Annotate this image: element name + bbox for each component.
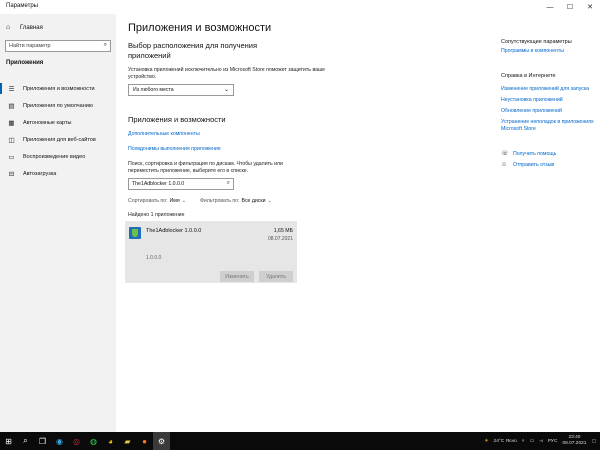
settings-gear-icon[interactable]: ⚙ [153,432,170,450]
app-search-value: The1Adblocker 1.0.0.0 [132,181,185,187]
sidebar-section-title: Приложения [6,60,44,66]
weather-icon: ☀ [484,438,489,444]
default-apps-icon: ▤ [8,102,15,110]
web-icon: ◫ [8,136,15,144]
firefox-icon[interactable]: ● [136,432,153,450]
sidebar-item-label: Приложения и возможности [23,85,95,92]
chevron-up-icon[interactable]: ˄ [522,439,525,444]
optional-features-link[interactable]: Дополнительные компоненты [128,131,200,137]
feedback-icon: ☺ [501,162,508,168]
edge-icon[interactable]: ◉ [51,432,68,450]
search-icon[interactable]: ⌕ [227,180,230,187]
clock-date: 08.07.2021 [562,441,587,446]
adblocker-app-icon [129,227,141,239]
online-help-heading: Справка в Интернете [501,73,556,79]
app-size: 1,65 МБ [273,228,293,234]
sort-dropdown[interactable]: Сортировать по: Имя ⌄ [128,198,186,204]
sidebar-item[interactable]: ▭ Воспроизведение видео [0,148,116,165]
filter-label: Фильтровать по: [200,198,240,204]
window-title: Параметры [6,3,38,9]
get-help-link[interactable]: ☏ Получить помощь [501,150,557,158]
map-icon: ▦ [8,119,15,127]
search-icon[interactable]: ⌕ [104,42,107,49]
video-icon: ▭ [8,153,15,161]
filter-dropdown[interactable]: Фильтровать по: Все диски ⌄ [200,198,272,204]
app-version: 1.0.0.0 [146,255,162,261]
app-list-item[interactable]: The1Adblocker 1.0.0.0 1,65 МБ 08.07.2021… [125,221,297,283]
windows-start-icon[interactable]: ⊞ [0,432,17,450]
app-search-input[interactable]: The1Adblocker 1.0.0.0 ⌕ [128,178,234,190]
help-link[interactable]: Обновление приложений [501,108,595,115]
sidebar-item-label: Автономные карты [23,119,72,126]
sidebar-item[interactable]: ▤ Приложения по умолчанию [0,97,116,114]
app-aliases-link[interactable]: Псевдонимы выполнения приложения [128,146,221,152]
search-icon[interactable]: ⌕ [17,432,34,450]
sidebar-nav: ☰ Приложения и возможности ▤ Приложения по … [0,80,116,182]
sidebar-item[interactable]: ⊟ Автозагрузка [0,165,116,182]
related-settings-heading: Сопутствующие параметры [501,39,572,45]
sidebar-item-label: Воспроизведение видео [23,153,86,160]
help-link[interactable]: Изменение приложений для запуска [501,86,595,93]
sidebar: ⌂ Главная Найти параметр ⌕ Приложения ☰ П… [0,14,116,432]
settings-search-placeholder: Найти параметр [9,43,51,49]
feedback-label: Отправить отзыв [513,162,555,168]
notification-icon[interactable]: ▢ [591,439,596,444]
home-icon: ⌂ [6,24,11,31]
search-description: Поиск, сортировка и фильтрация по дискам… [128,161,283,174]
sidebar-item[interactable]: ▦ Автономные карты [0,114,116,131]
chevron-down-icon: ⌄ [267,198,272,204]
location-description: Установка приложений исключительно из Mi… [128,67,326,80]
help-link[interactable]: Неустановка приложений [501,97,595,104]
network-icon[interactable]: ▭ [530,439,535,444]
language-indicator[interactable]: РУС [548,439,558,444]
sort-value: Имя [169,198,180,204]
sidebar-home-label: Главная [20,24,43,31]
title-bar: Параметры — ☐ ✕ [0,0,600,14]
help-chat-icon: ☏ [501,151,509,157]
filter-value: Все диски [241,198,266,204]
app-date: 08.07.2021 [267,236,293,242]
sidebar-item[interactable]: ◫ Приложения для веб-сайтов [0,131,116,148]
get-help-label: Получить помощь [513,150,557,157]
chevron-down-icon: ⌄ [223,87,229,93]
chevron-down-icon: ⌄ [181,198,187,204]
opera-icon[interactable]: ◎ [68,432,85,450]
page-title: Приложения и возможности [128,22,272,34]
weather-text[interactable]: 24°C Ясно [494,439,517,444]
sort-label: Сортировать по: [128,198,168,204]
startup-icon: ⊟ [8,170,15,178]
settings-search-input[interactable]: Найти параметр ⌕ [5,40,111,52]
sidebar-item-label: Приложения по умолчанию [23,102,93,109]
whatsapp-icon[interactable]: ◍ [85,432,102,450]
list-icon: ☰ [8,85,15,93]
folder-icon[interactable]: ▰ [119,432,136,450]
app-name: The1Adblocker 1.0.0.0 [146,228,202,234]
location-dropdown-value: Из любого места [133,87,174,93]
chrome-icon[interactable]: ◕ [102,432,119,450]
sidebar-item-label: Автозагрузка [23,170,57,177]
location-heading: Выбор расположения для получения приложе… [128,41,258,60]
sidebar-item-label: Приложения для веб-сайтов [23,136,96,143]
minimize-button[interactable]: — [540,0,560,14]
close-button[interactable]: ✕ [580,0,600,14]
system-tray: ☀ 24°C Ясно ˄ ▭ ◅ РУС 23:40 08.07.2021 ▢ [484,432,596,450]
help-link[interactable]: Устранение неполадок в приложениях Micro… [501,119,595,133]
programs-features-link[interactable]: Программы и компоненты [501,48,595,55]
location-dropdown[interactable]: Из любого места ⌄ [128,84,234,96]
maximize-button[interactable]: ☐ [560,0,580,14]
sort-filter-row: Сортировать по: Имя ⌄ Фильтровать по: Вс… [128,198,286,204]
volume-icon[interactable]: ◅ [539,439,543,444]
sidebar-item[interactable]: ☰ Приложения и возможности [0,80,116,97]
found-count: Найдено 1 приложение [128,212,185,218]
apps-heading: Приложения и возможности [128,115,226,124]
task-view-icon[interactable]: ❐ [34,432,51,450]
uninstall-button[interactable]: Удалить [259,271,293,282]
clock[interactable]: 23:40 08.07.2021 [562,435,586,447]
modify-button[interactable]: Изменить [220,271,254,282]
feedback-link[interactable]: ☺ Отправить отзыв [501,162,554,168]
sidebar-home[interactable]: ⌂ Главная [6,24,43,31]
taskbar: ⊞ ⌕ ❐ ◉ ◎ ◍ ◕ ▰ ● ⚙ ☀ 24°C Ясно ˄ ▭ ◅ РУ… [0,432,600,450]
